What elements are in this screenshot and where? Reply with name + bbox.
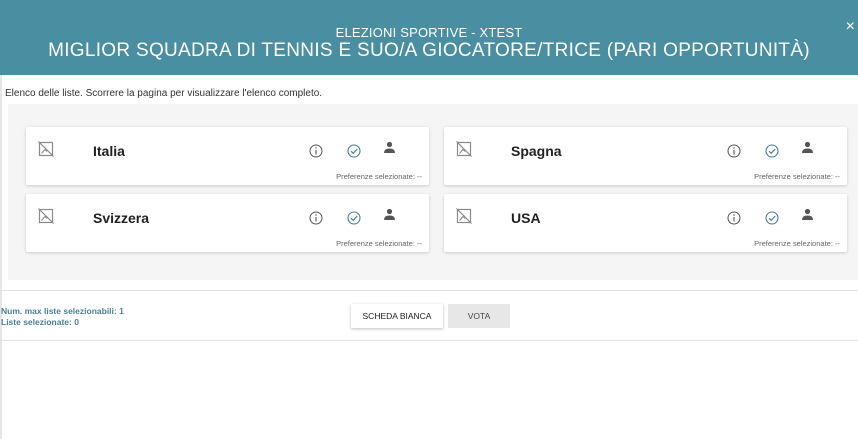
footer-divider-top (0, 290, 858, 291)
person-icon[interactable] (383, 208, 396, 222)
check-circle-icon[interactable] (765, 144, 779, 158)
check-circle-icon[interactable] (347, 144, 361, 158)
check-circle-icon[interactable] (765, 211, 779, 225)
preferences-text: Preferenze selezionate: -- (754, 239, 840, 248)
vote-button[interactable]: VOTA (448, 304, 510, 328)
selected-lists-text: Liste selezionate: 0 (1, 317, 79, 327)
close-icon[interactable]: × (846, 18, 855, 36)
election-title: MIGLIOR SQUADRA DI TENNIS E SUO/A GIOCAT… (48, 40, 810, 61)
list-name: Italia (93, 143, 125, 159)
no-image-icon (38, 208, 54, 224)
info-icon[interactable] (309, 144, 323, 158)
list-card-usa[interactable]: USA Preferenze selezionate: -- (444, 194, 847, 252)
person-icon[interactable] (801, 141, 814, 155)
list-name: Svizzera (93, 210, 150, 226)
preferences-text: Preferenze selezionate: -- (754, 172, 840, 181)
blank-ballot-button[interactable]: SCHEDA BIANCA (351, 304, 443, 328)
preferences-text: Preferenze selezionate: -- (336, 172, 422, 181)
max-lists-text: Num. max liste selezionabili: 1 (1, 306, 124, 316)
check-circle-icon[interactable] (347, 211, 361, 225)
instructions-text: Elenco delle liste. Scorrere la pagina p… (5, 88, 323, 99)
no-image-icon (456, 208, 472, 224)
preferences-text: Preferenze selezionate: -- (336, 239, 422, 248)
list-card-spagna[interactable]: Spagna Preferenze selezionate: -- (444, 127, 847, 185)
no-image-icon (456, 141, 472, 157)
info-icon[interactable] (309, 211, 323, 225)
lists-panel: Italia Preferenze selezionate: -- Spagna (8, 104, 858, 280)
list-name: USA (511, 210, 541, 226)
info-icon[interactable] (727, 211, 741, 225)
footer-divider-bottom (0, 340, 858, 341)
list-card-italia[interactable]: Italia Preferenze selezionate: -- (26, 127, 429, 185)
list-card-svizzera[interactable]: Svizzera Preferenze selezionate: -- (26, 194, 429, 252)
election-subtitle: ELEZIONI SPORTIVE - XTEST (335, 25, 523, 40)
person-icon[interactable] (801, 208, 814, 222)
person-icon[interactable] (383, 141, 396, 155)
info-icon[interactable] (727, 144, 741, 158)
header: ELEZIONI SPORTIVE - XTEST MIGLIOR SQUADR… (0, 0, 858, 75)
no-image-icon (38, 141, 54, 157)
list-name: Spagna (511, 143, 562, 159)
selection-info: Num. max liste selezionabili: 1 Liste se… (1, 306, 124, 328)
